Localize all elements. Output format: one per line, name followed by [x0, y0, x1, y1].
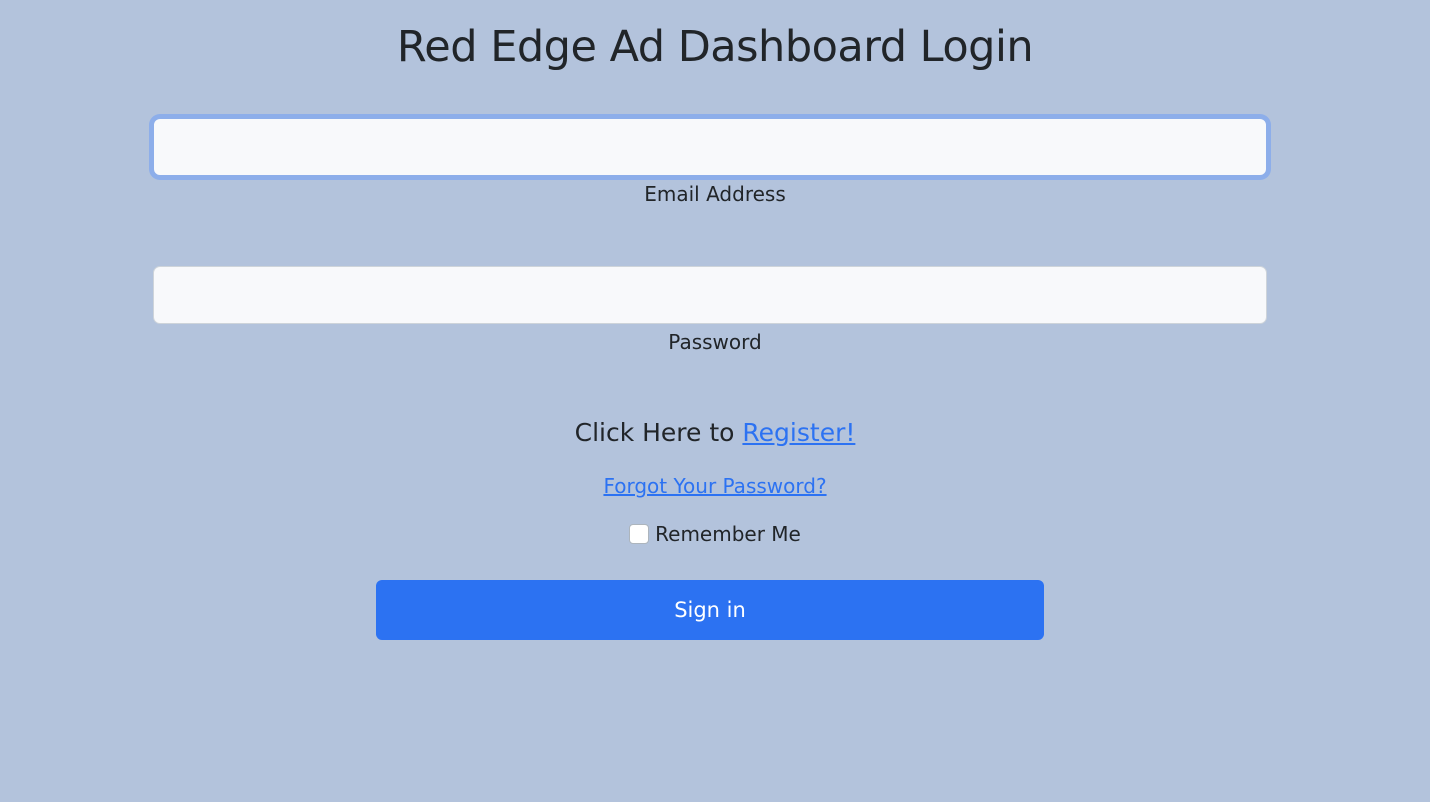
register-prefix: Click Here to: [574, 418, 743, 447]
sign-in-button[interactable]: Sign in: [376, 580, 1044, 640]
forgot-password-link[interactable]: Forgot Your Password?: [603, 474, 826, 498]
email-label: Email Address: [644, 182, 786, 206]
password-label: Password: [668, 330, 762, 354]
register-link[interactable]: Register!: [742, 418, 855, 447]
remember-me-checkbox[interactable]: [629, 524, 650, 544]
email-input[interactable]: [153, 118, 1267, 176]
remember-me[interactable]: Remember Me: [0, 522, 1430, 546]
page-title: Red Edge Ad Dashboard Login: [396, 22, 1034, 72]
register-prompt: Click Here to Register!: [0, 418, 1430, 447]
password-input[interactable]: [153, 266, 1267, 324]
remember-me-label: Remember Me: [655, 522, 801, 546]
